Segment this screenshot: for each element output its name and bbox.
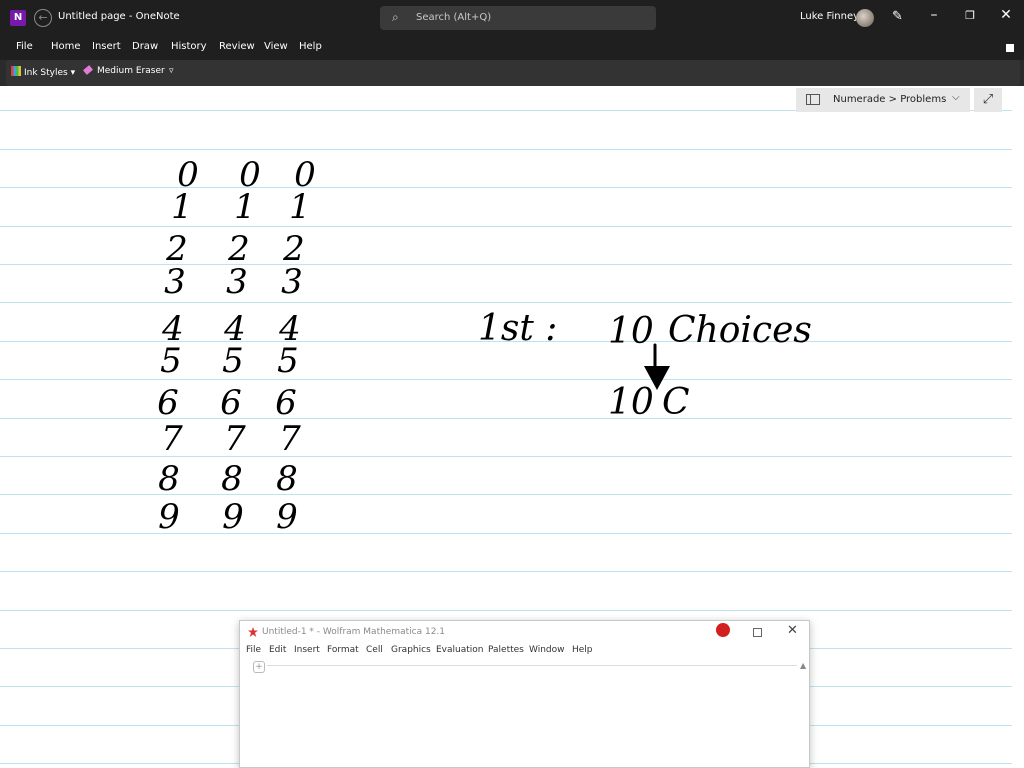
ink-digit: 7: [161, 419, 183, 459]
cell-insertion-line: [267, 665, 797, 666]
ink-digit: 5: [160, 341, 182, 381]
mathematica-menu-palettes[interactable]: Palettes: [488, 645, 524, 655]
ink-digit: 9: [158, 497, 180, 537]
mathematica-close-icon[interactable]: ✕: [787, 623, 798, 638]
mathematica-window[interactable]: Untitled-1 * - Wolfram Mathematica 12.1 …: [239, 620, 810, 768]
ink-note-choices: Choices: [668, 310, 812, 351]
ink-digit: 6: [220, 383, 242, 423]
mathematica-title-bar: Untitled-1 * - Wolfram Mathematica 12.1 …: [240, 621, 809, 643]
mathematica-minimize-icon[interactable]: [716, 623, 730, 637]
mathematica-menu-graphics[interactable]: Graphics: [391, 645, 431, 655]
mathematica-logo-icon: [248, 627, 258, 637]
ink-digit: 6: [275, 383, 297, 423]
mathematica-menu-bar: File Edit Insert Format Cell Graphics Ev…: [240, 645, 809, 659]
ink-digit: 8: [158, 459, 180, 499]
ink-note-10-second: 10: [608, 382, 654, 423]
ink-digit: 3: [281, 262, 303, 302]
mathematica-menu-cell[interactable]: Cell: [366, 645, 383, 655]
mathematica-scrollbar[interactable]: ▲: [800, 661, 809, 761]
ink-digit: 5: [277, 341, 299, 381]
ink-digit: 9: [222, 497, 244, 537]
ink-digit: 3: [164, 262, 186, 302]
mathematica-menu-edit[interactable]: Edit: [269, 645, 286, 655]
mathematica-window-title: Untitled-1 * - Wolfram Mathematica 12.1: [262, 627, 446, 637]
ink-digit: 5: [222, 341, 244, 381]
ink-digit: 8: [221, 459, 243, 499]
mathematica-menu-file[interactable]: File: [246, 645, 261, 655]
ink-digit: 6: [157, 383, 179, 423]
cell-insertion-button[interactable]: +: [253, 661, 265, 673]
ink-digit: 1: [289, 187, 311, 227]
mathematica-maximize-icon[interactable]: [753, 628, 762, 637]
mathematica-menu-evaluation[interactable]: Evaluation: [436, 645, 484, 655]
mathematica-menu-insert[interactable]: Insert: [294, 645, 320, 655]
ink-digit: 8: [276, 459, 298, 499]
ink-digit: 9: [276, 497, 298, 537]
ink-digit: 7: [224, 419, 246, 459]
ink-note-1st: 1st :: [478, 308, 557, 349]
ink-note-c: C: [662, 382, 690, 423]
mathematica-menu-window[interactable]: Window: [529, 645, 565, 655]
ink-digit: 1: [234, 187, 256, 227]
ink-digit: 1: [171, 187, 193, 227]
ink-note-10: 10: [608, 311, 654, 352]
ink-digit: 3: [226, 262, 248, 302]
scroll-up-icon[interactable]: ▲: [800, 661, 806, 670]
mathematica-menu-format[interactable]: Format: [327, 645, 359, 655]
mathematica-menu-help[interactable]: Help: [572, 645, 593, 655]
ink-digit: 7: [279, 419, 301, 459]
